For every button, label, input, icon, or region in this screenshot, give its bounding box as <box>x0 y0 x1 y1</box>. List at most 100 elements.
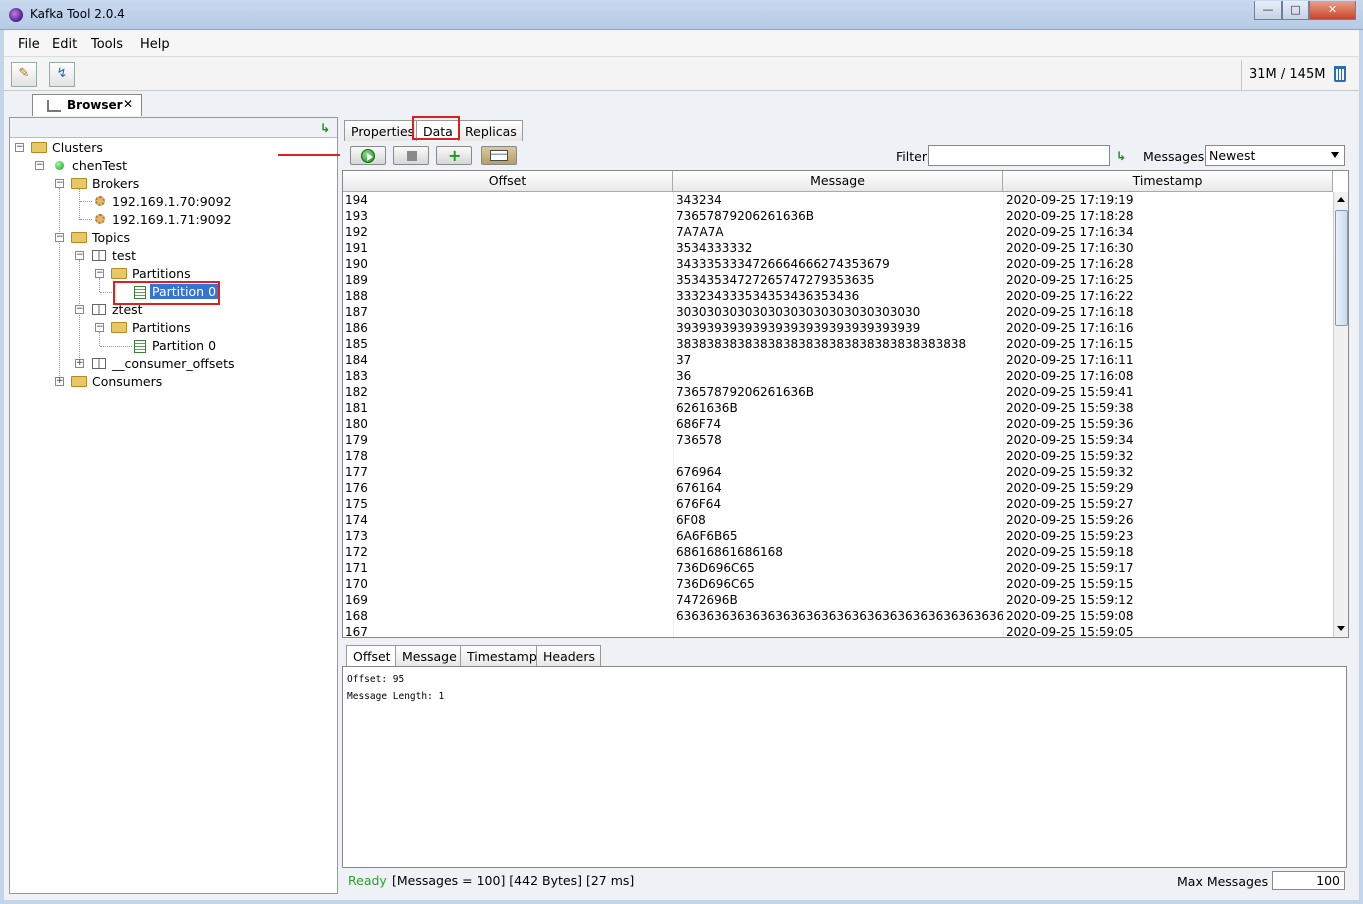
tab-detail-timestamp[interactable]: Timestamp <box>460 645 543 666</box>
table-row[interactable]: 184 37 2020-09-25 17:16:11 <box>343 352 1333 368</box>
table-row[interactable]: 167 2020-09-25 15:59:05 <box>343 624 1333 638</box>
cell-offset: 180 <box>345 417 368 431</box>
table-row[interactable]: 171 736D696C65 2020-09-25 15:59:17 <box>343 560 1333 576</box>
tree-line <box>99 278 100 292</box>
column-header-message[interactable]: Message <box>673 171 1003 192</box>
cell-timestamp: 2020-09-25 17:19:19 <box>1003 192 1333 208</box>
table-row[interactable]: 183 36 2020-09-25 17:16:08 <box>343 368 1333 384</box>
tree-broker-2[interactable]: 192.169.1.71:9092 <box>112 212 232 227</box>
table-row[interactable]: 194 343234 2020-09-25 17:19:19 <box>343 192 1333 208</box>
table-row[interactable]: 170 736D696C65 2020-09-25 15:59:15 <box>343 576 1333 592</box>
table-row[interactable]: 182 73657879206261636B 2020-09-25 15:59:41 <box>343 384 1333 400</box>
cell-offset: 186 <box>345 321 368 335</box>
table-row[interactable]: 189 3534353472726574727935363​5 2020-09-25… <box>343 272 1333 288</box>
table-row[interactable]: 178 2020-09-25 15:59:32 <box>343 448 1333 464</box>
tree-partition-ztest-0[interactable]: Partition 0 <box>152 338 216 353</box>
cell-timestamp: 2020-09-25 15:59:32 <box>1003 464 1333 480</box>
cell-offset: 175 <box>345 497 368 511</box>
expand-toggle[interactable]: + <box>55 377 64 386</box>
expand-toggle[interactable]: + <box>75 359 84 368</box>
collapse-toggle[interactable]: − <box>55 233 64 242</box>
tree-cluster-chentest[interactable]: chenTest <box>72 158 127 173</box>
minimize-button[interactable]: — <box>1254 1 1282 20</box>
app-icon <box>9 8 23 22</box>
apply-filter-icon[interactable]: ↳ <box>1116 149 1126 163</box>
table-row[interactable]: 186 39393939393939393939393939393939 2020-… <box>343 320 1333 336</box>
tab-detail-headers[interactable]: Headers <box>536 645 602 666</box>
table-row[interactable]: 177 676964 2020-09-25 15:59:32 <box>343 464 1333 480</box>
close-button[interactable]: ✕ <box>1309 1 1356 20</box>
tree-consumers[interactable]: Consumers <box>92 374 162 389</box>
message-view-button[interactable] <box>481 146 517 165</box>
table-row[interactable]: 176 676164 2020-09-25 15:59:29 <box>343 480 1333 496</box>
table-row[interactable]: 188 3332343335343534363​53436 2020-09-25 1… <box>343 288 1333 304</box>
filter-input[interactable] <box>928 145 1110 166</box>
close-tab-icon[interactable]: ✕ <box>123 97 133 111</box>
collapse-toggle[interactable]: − <box>95 323 104 332</box>
max-messages-input[interactable]: 100 <box>1272 871 1345 890</box>
collapse-toggle[interactable]: − <box>75 251 84 260</box>
tab-detail-offset[interactable]: Offset <box>346 645 397 666</box>
vertical-scrollbar[interactable] <box>1333 192 1348 637</box>
tab-replicas[interactable]: Replicas <box>458 120 523 141</box>
scroll-down-icon[interactable] <box>1337 626 1345 631</box>
table-row[interactable]: 190 3433353334726664666274353679 2020-09-2… <box>343 256 1333 272</box>
table-row[interactable]: 187 30303030303030303030303030303030 2020-… <box>343 304 1333 320</box>
tree-clusters[interactable]: Clusters <box>52 140 103 155</box>
stop-button[interactable] <box>393 146 429 165</box>
add-cluster-button[interactable]: ✎ <box>11 62 37 87</box>
maximize-button[interactable]: □ <box>1282 1 1309 20</box>
menu-file[interactable]: File <box>18 37 40 52</box>
collapse-toggle[interactable]: − <box>75 305 84 314</box>
messages-select[interactable]: Newest <box>1205 145 1345 166</box>
column-header-timestamp[interactable]: Timestamp <box>1003 171 1333 192</box>
tree-brokers[interactable]: Brokers <box>92 176 139 191</box>
tree-line <box>99 332 100 346</box>
menu-help[interactable]: Help <box>140 37 170 52</box>
tree-topic-consumer-offsets[interactable]: __consumer_offsets <box>112 356 235 371</box>
refresh-icon[interactable]: ↳ <box>320 121 330 135</box>
collapse-toggle[interactable]: − <box>55 179 64 188</box>
cell-timestamp: 2020-09-25 15:59:12 <box>1003 592 1333 608</box>
table-row[interactable]: 192 7A7A7A 2020-09-25 17:16:34 <box>343 224 1333 240</box>
table-row[interactable]: 179 736578 2020-09-25 15:59:34 <box>343 432 1333 448</box>
scroll-up-icon[interactable] <box>1337 197 1345 202</box>
message-detail-text[interactable]: Offset: 95 Message Length: 1 <box>342 666 1347 868</box>
tab-detail-message[interactable]: Message <box>395 645 463 666</box>
table-row[interactable]: 180 686F74 2020-09-25 15:59:36 <box>343 416 1333 432</box>
table-row[interactable]: 174 6F08 2020-09-25 15:59:26 <box>343 512 1333 528</box>
tree-partitions-test[interactable]: Partitions <box>132 266 191 281</box>
table-row[interactable]: 173 6A6F6B65 2020-09-25 15:59:23 <box>343 528 1333 544</box>
table-row[interactable]: 191 3534333332 2020-09-25 17:16:30 <box>343 240 1333 256</box>
tree-partitions-ztest[interactable]: Partitions <box>132 320 191 335</box>
tree-topics[interactable]: Topics <box>92 230 130 245</box>
column-header-offset[interactable]: Offset <box>343 171 673 192</box>
retrieve-messages-button[interactable] <box>350 146 386 165</box>
collapse-toggle[interactable]: − <box>95 269 104 278</box>
tree-topic-test[interactable]: test <box>112 248 136 263</box>
add-message-button[interactable]: + <box>436 146 472 165</box>
tab-browser[interactable]: Browser ✕ <box>32 94 142 116</box>
tree-line <box>80 201 92 202</box>
collapse-toggle[interactable]: − <box>15 143 24 152</box>
table-row[interactable]: 175 676F64 2020-09-25 15:59:27 <box>343 496 1333 512</box>
tab-properties[interactable]: Properties <box>344 120 421 141</box>
cell-offset: 171 <box>345 561 368 575</box>
table-row[interactable]: 169 7472696B 2020-09-25 15:59:12 <box>343 592 1333 608</box>
table-row[interactable]: 168 6363636363636363636363636363636363636… <box>343 608 1333 624</box>
collapse-toggle[interactable]: − <box>35 161 44 170</box>
play-icon <box>361 149 375 163</box>
table-row[interactable]: 172 68616861686168 2020-09-25 15:59:18 <box>343 544 1333 560</box>
table-row[interactable]: 185 3838383838383838383838383838383838383… <box>343 336 1333 352</box>
edit-cluster-button[interactable]: ↯ <box>49 62 75 87</box>
tree-topic-ztest[interactable]: ztest <box>112 302 143 317</box>
scrollbar-thumb[interactable] <box>1335 210 1348 326</box>
table-row[interactable]: 193 73657879206261636B 2020-09-25 17:18:28 <box>343 208 1333 224</box>
tree-broker-1[interactable]: 192.169.1.70:9092 <box>112 194 232 209</box>
menu-edit[interactable]: Edit <box>52 37 77 52</box>
cell-timestamp: 2020-09-25 15:59:17 <box>1003 560 1333 576</box>
table-row[interactable]: 181 6261636B 2020-09-25 15:59:38 <box>343 400 1333 416</box>
cell-offset: 167 <box>345 625 368 638</box>
menu-tools[interactable]: Tools <box>91 37 123 52</box>
garbage-collect-icon[interactable] <box>1334 66 1346 82</box>
